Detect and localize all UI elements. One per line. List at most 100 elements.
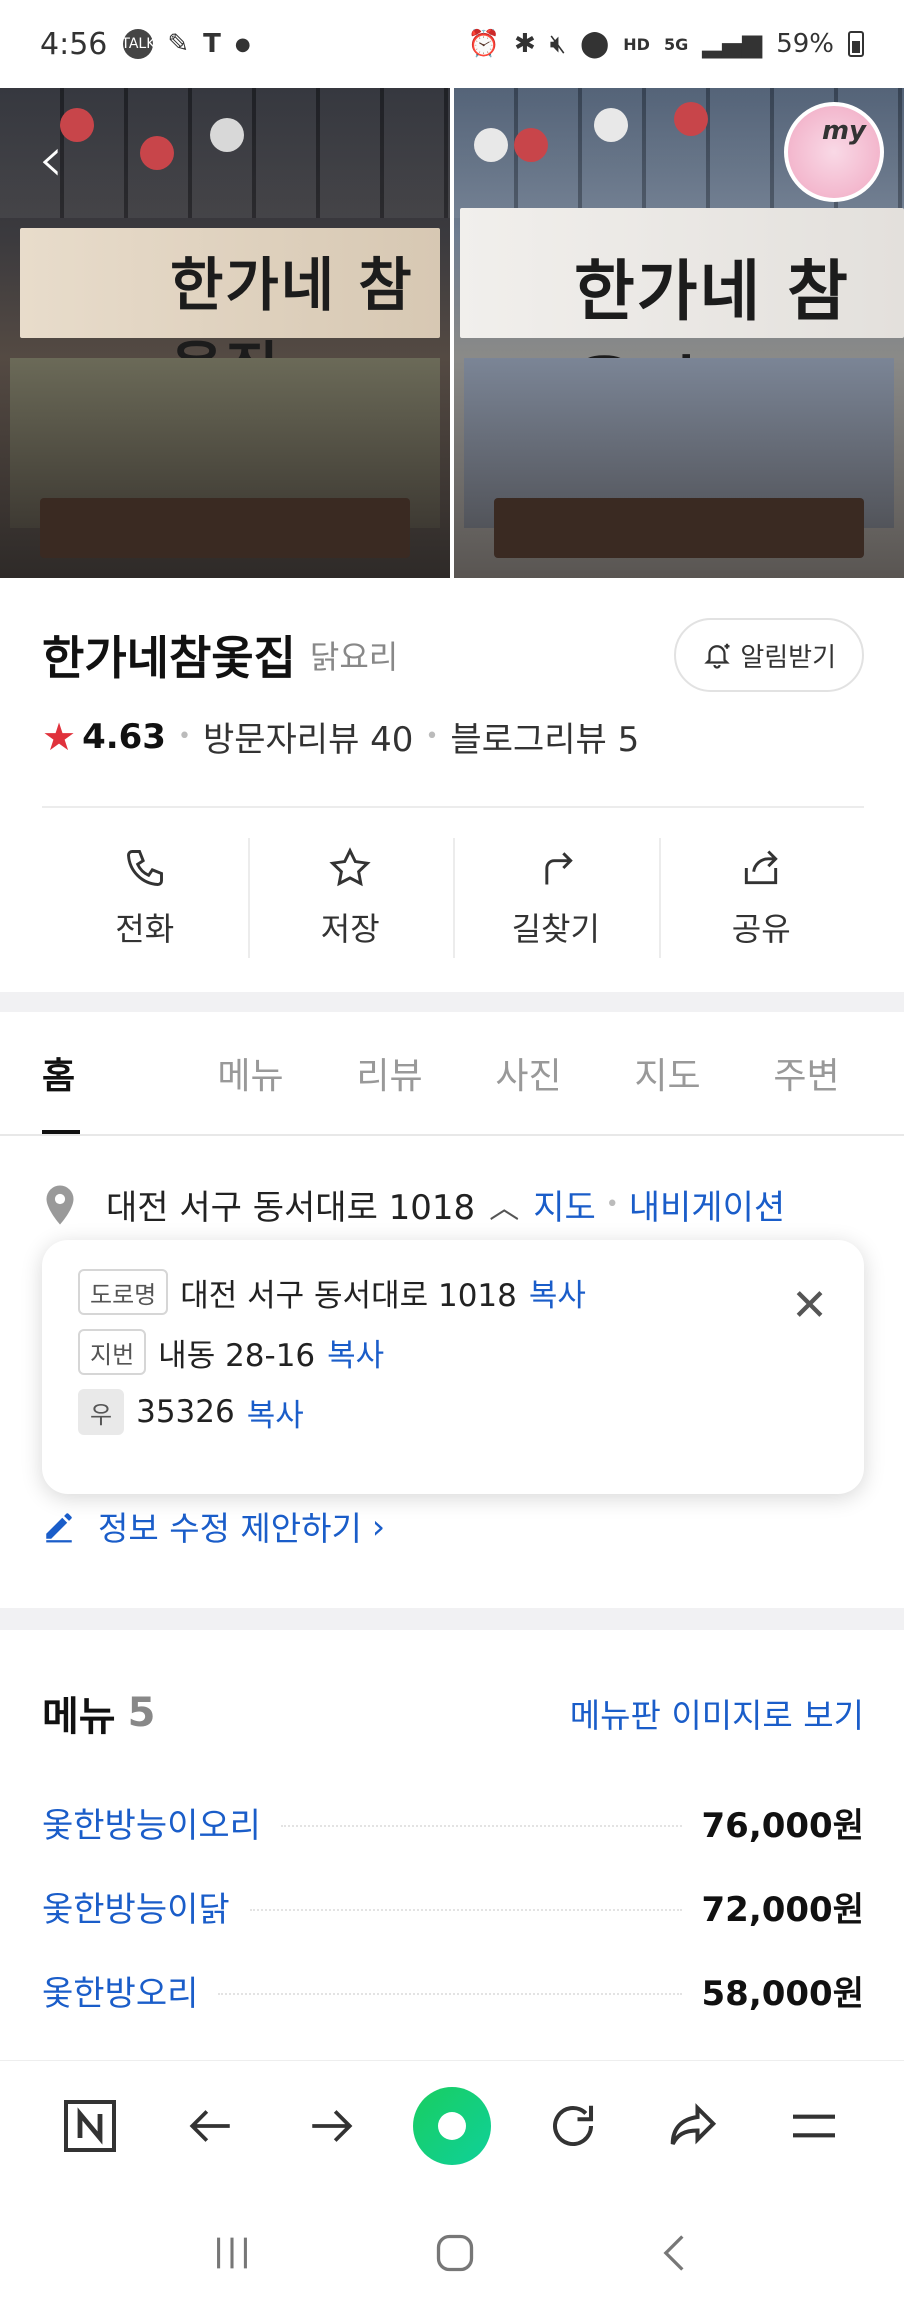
restaurant-photo-2[interactable]: 한가네 참옻집 my [454,88,904,578]
battery-text: 59% [776,29,834,59]
copy-lot-button[interactable]: 복사 [327,1330,384,1375]
zip-code: 35326 [136,1394,235,1430]
menu-image-link[interactable]: 메뉴판 이미지로 보기 [570,1689,864,1737]
home-icon [412,2086,491,2165]
back-nav-button[interactable] [169,2084,253,2168]
edit-icon: ✎ [167,29,190,59]
menu-item-name[interactable]: 옻한방능이닭 [42,1882,230,1931]
location-pin-icon [46,1185,74,1224]
bluetooth-icon: ✱ [513,29,536,59]
zip-tag: 우 [78,1389,125,1435]
back-arrow-icon [189,2109,230,2142]
menu-item[interactable]: 옻한방능이오리 76,000원 [42,1780,864,1864]
talk-icon: TALK [121,29,155,59]
lot-address: 내동 28-16 [158,1337,316,1374]
back-button[interactable]: ‹ [38,128,64,192]
star-icon [329,847,371,887]
alarm-button[interactable]: 알림받기 [674,618,864,692]
save-button[interactable]: 저장 [247,838,454,958]
menu-list: 옻한방능이오리 76,000원 옻한방능이닭 72,000원 옻한방오리 58,… [42,1780,864,2032]
navigation-link[interactable]: 내비게이션 [629,1180,785,1229]
browser-toolbar [0,2060,904,2190]
restaurant-photo-1[interactable]: 한가네 참옻집 ‹ [0,88,450,578]
chevron-up-icon[interactable]: ︿ [489,1183,519,1227]
tab-photo[interactable]: 사진 [459,1012,598,1134]
menu-item[interactable]: 옻한방오리 58,000원 [42,1948,864,2032]
recent-apps-icon[interactable] [209,2233,255,2273]
road-address-line: 도로명 대전 서구 동서대로 1018 복사 [78,1262,828,1322]
address-text[interactable]: 대전 서구 동서대로 1018 [106,1180,475,1229]
photo-gallery[interactable]: 한가네 참옻집 ‹ 한가네 참옻집 my [0,88,904,578]
menu-item-price: 76,000원 [701,1805,864,1846]
share-icon [745,850,778,885]
menu-item-name[interactable]: 옻한방오리 [42,1966,198,2015]
bell-icon [704,643,731,669]
address-popup: 도로명 대전 서구 동서대로 1018 복사 지번 내동 28-16 복사 우 … [42,1240,864,1494]
share-button[interactable]: 공유 [658,838,865,958]
refresh-icon [552,2105,593,2146]
share-arrow-icon [670,2102,717,2145]
road-address-tag: 도로명 [78,1269,169,1315]
forward-arrow-icon [312,2109,353,2142]
rating-row: ★ 4.63 • 방문자리뷰 40 • 블로그리뷰 5 [42,712,639,761]
naver-button[interactable] [48,2084,132,2168]
refresh-button[interactable] [531,2084,615,2168]
place-name: 한가네참옻집 [42,631,296,685]
tab-map[interactable]: 지도 [598,1012,737,1134]
status-bar: 4:56 TALK ✎ T ● ⏰ ✱ 🔇︎ ⬤ HD 5G ▂▄▆ 59% [0,0,904,88]
menu-count: 5 [127,1690,156,1736]
status-time: 4:56 [40,26,108,62]
star-icon: ★ [42,714,77,759]
chevron-right-icon: › [371,1506,386,1546]
directions-icon [545,852,573,885]
lot-address-line: 지번 내동 28-16 복사 [78,1322,828,1382]
directions-button[interactable]: 길찾기 [453,838,659,958]
my-badge[interactable]: my [784,102,884,202]
home-button[interactable] [410,2084,494,2168]
dot-icon: ● [234,33,251,55]
zip-line: 우 35326 복사 [78,1382,828,1442]
back-button-icon[interactable] [655,2231,695,2275]
divider [42,806,864,808]
menu-button[interactable] [772,2084,856,2168]
menu-title: 메뉴 [42,1694,116,1740]
t-icon: T [203,29,221,59]
system-navigation [0,2190,904,2316]
map-link[interactable]: 지도 [533,1180,596,1229]
alarm-icon: ⏰ [467,29,500,59]
save-label: 저장 [320,910,380,948]
home-button-icon[interactable] [433,2231,477,2275]
5g-icon: 5G [663,34,689,54]
tab-review[interactable]: 리뷰 [320,1012,459,1134]
tab-menu[interactable]: 메뉴 [181,1012,320,1134]
close-icon[interactable]: ✕ [791,1284,828,1328]
road-address: 대전 서구 동서대로 1018 [180,1277,517,1314]
pencil-icon [46,1513,72,1543]
call-button[interactable]: 전화 [42,838,248,958]
place-category: 닭요리 [309,638,399,676]
menu-header: 메뉴 5 메뉴판 이미지로 보기 [42,1684,864,1742]
alarm-label: 알림받기 [740,642,836,673]
menu-icon [792,2114,835,2137]
signal-icon: ▂▄▆ [702,29,763,59]
hd-voice-icon: HD [623,34,650,54]
visitor-review-link[interactable]: 방문자리뷰 40 [203,712,413,761]
tab-bar: 홈 메뉴 리뷰 사진 지도 주변 [0,1012,904,1136]
action-bar: 전화 저장 길찾기 공유 [42,838,864,958]
tab-nearby[interactable]: 주변 [737,1012,876,1134]
forward-nav-button[interactable] [289,2084,373,2168]
blog-review-link[interactable]: 블로그리뷰 5 [450,712,639,761]
menu-item[interactable]: 옻한방능이닭 72,000원 [42,1864,864,1948]
share-label: 공유 [731,910,791,948]
menu-item-name[interactable]: 옻한방능이오리 [42,1798,261,1847]
menu-item-price: 72,000원 [701,1889,864,1930]
tab-home[interactable]: 홈 [28,1012,181,1134]
place-header: 한가네참옻집 닭요리 알림받기 [42,618,864,692]
naver-icon [64,2099,117,2152]
copy-zip-button[interactable]: 복사 [247,1390,304,1435]
copy-road-button[interactable]: 복사 [529,1270,586,1315]
edit-suggestion-link[interactable]: 정보 수정 제안하기 › [42,1502,385,1550]
directions-label: 길찾기 [511,910,600,948]
call-label: 전화 [115,910,175,948]
share-page-button[interactable] [651,2084,735,2168]
